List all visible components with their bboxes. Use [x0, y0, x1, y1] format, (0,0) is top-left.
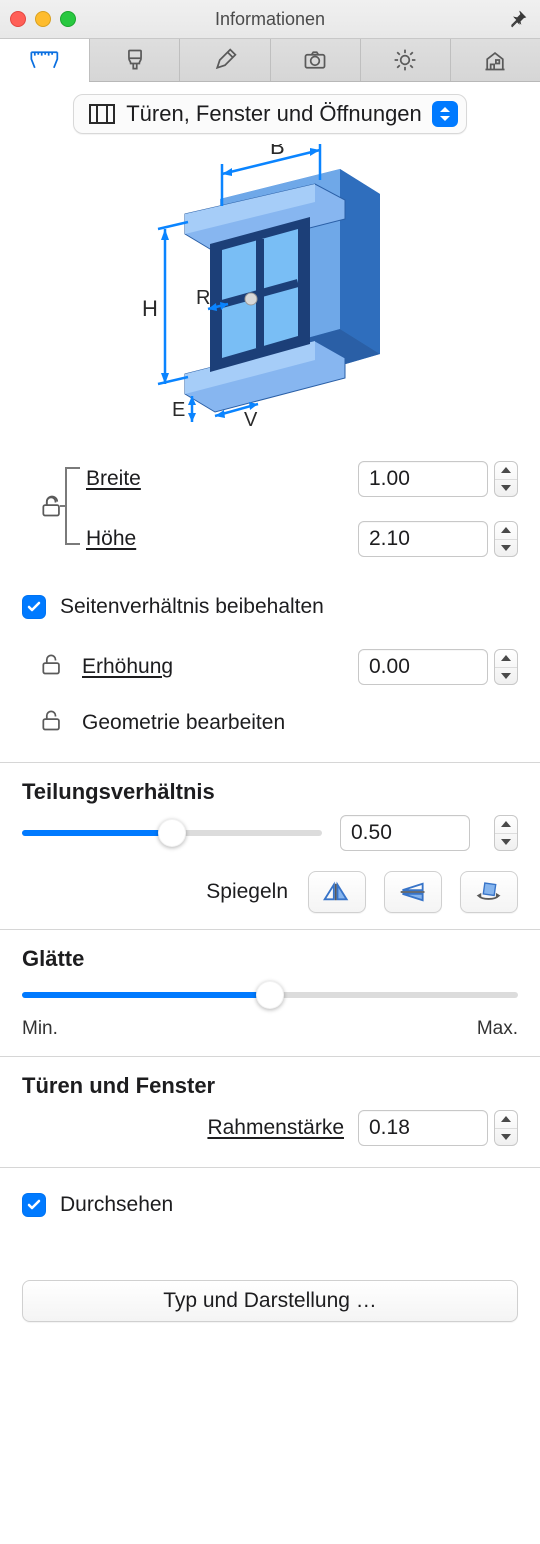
smoothness-section: Glätte Min. Max.: [0, 930, 540, 1057]
doors-windows-section: Türen und Fenster Rahmenstärke 0.18: [0, 1057, 540, 1168]
check-icon: [26, 1197, 42, 1213]
width-input[interactable]: 1.00: [358, 461, 488, 497]
elevation-label: Erhöhung: [82, 655, 358, 679]
see-through-label: Durchsehen: [60, 1193, 518, 1217]
diagram-label-e: E: [172, 399, 185, 421]
brush-icon: [122, 47, 148, 73]
elevation-stepper[interactable]: [494, 649, 518, 685]
smoothness-heading: Glätte: [22, 946, 518, 972]
type-and-style-button[interactable]: Typ und Darstellung …: [22, 1280, 518, 1322]
camera-icon: [302, 47, 328, 73]
height-label: Höhe: [86, 527, 358, 551]
elevation-lock[interactable]: [39, 651, 65, 683]
diagram-label-b: B: [270, 144, 285, 159]
building-icon: [482, 47, 508, 73]
diagram-label-r: R: [196, 287, 210, 309]
split-ratio-section: Teilungsverhältnis 0.50 Spiegeln: [0, 763, 540, 930]
tab-camera[interactable]: [271, 39, 361, 81]
tab-edit[interactable]: [180, 39, 270, 81]
check-icon: [26, 599, 42, 615]
split-ratio-heading: Teilungsverhältnis: [22, 779, 518, 805]
height-step-down[interactable]: [495, 540, 517, 557]
caliper-icon: [27, 47, 62, 73]
tab-measurements[interactable]: [0, 39, 90, 81]
pin-button[interactable]: [508, 9, 528, 35]
smoothness-max-label: Max.: [477, 1018, 518, 1040]
height-step-up[interactable]: [495, 522, 517, 540]
mirror-horizontal-button[interactable]: [308, 871, 366, 913]
frame-thickness-step-up[interactable]: [495, 1111, 517, 1129]
mirror-vertical-icon: [397, 881, 428, 903]
object-type-label: Türen, Fenster und Öffnungen: [126, 101, 422, 127]
window-diagram: B H R E V: [0, 144, 540, 434]
height-input[interactable]: 2.10: [358, 521, 488, 557]
rotate-button[interactable]: [460, 871, 518, 913]
split-ratio-slider[interactable]: [22, 818, 322, 848]
split-ratio-input[interactable]: 0.50: [340, 815, 470, 851]
aspect-ratio-label: Seitenverhältnis beibehalten: [60, 595, 518, 619]
mirror-vertical-button[interactable]: [384, 871, 442, 913]
frame-thickness-step-down[interactable]: [495, 1129, 517, 1146]
elevation-input[interactable]: 0.00: [358, 649, 488, 685]
mirror-horizontal-icon: [321, 881, 352, 903]
door-opening-icon: [88, 102, 116, 126]
aspect-ratio-checkbox[interactable]: [22, 595, 46, 619]
tab-light[interactable]: [361, 39, 451, 81]
elevation-step-down[interactable]: [495, 668, 517, 685]
inspector-tabs: [0, 39, 540, 82]
split-ratio-step-down[interactable]: [495, 834, 517, 851]
frame-thickness-label: Rahmenstärke: [207, 1116, 344, 1140]
diagram-label-v: V: [244, 409, 258, 431]
rotate-icon: [473, 881, 504, 903]
width-step-up[interactable]: [495, 462, 517, 480]
frame-thickness-input[interactable]: 0.18: [358, 1110, 488, 1146]
titlebar: Informationen: [0, 0, 540, 39]
pencil-icon: [212, 47, 238, 73]
see-through-checkbox[interactable]: [22, 1193, 46, 1217]
mirror-label: Spiegeln: [206, 880, 288, 904]
window-title: Informationen: [0, 9, 540, 30]
split-ratio-step-up[interactable]: [495, 816, 517, 834]
geometry-lock[interactable]: [39, 707, 65, 739]
dimensions-section: Breite 1.00 Höhe 2.10 Seitenverhä: [0, 446, 540, 763]
height-stepper[interactable]: [494, 521, 518, 557]
width-label: Breite: [86, 467, 358, 491]
tab-materials[interactable]: [90, 39, 180, 81]
tab-building[interactable]: [451, 39, 540, 81]
split-ratio-stepper[interactable]: [494, 815, 518, 851]
sun-icon: [392, 47, 418, 73]
elevation-step-up[interactable]: [495, 650, 517, 668]
edit-geometry-label[interactable]: Geometrie bearbeiten: [82, 711, 518, 735]
pin-icon: [508, 9, 528, 29]
dropdown-arrows-icon: [432, 101, 458, 127]
smoothness-min-label: Min.: [22, 1018, 58, 1040]
doors-windows-heading: Türen und Fenster: [22, 1073, 518, 1099]
smoothness-slider[interactable]: [22, 980, 518, 1010]
object-type-dropdown[interactable]: Türen, Fenster und Öffnungen: [73, 94, 467, 134]
see-through-section: Durchsehen Typ und Darstellung …: [0, 1168, 540, 1338]
width-step-down[interactable]: [495, 480, 517, 497]
width-stepper[interactable]: [494, 461, 518, 497]
diagram-label-h: H: [142, 296, 158, 321]
frame-thickness-stepper[interactable]: [494, 1110, 518, 1146]
